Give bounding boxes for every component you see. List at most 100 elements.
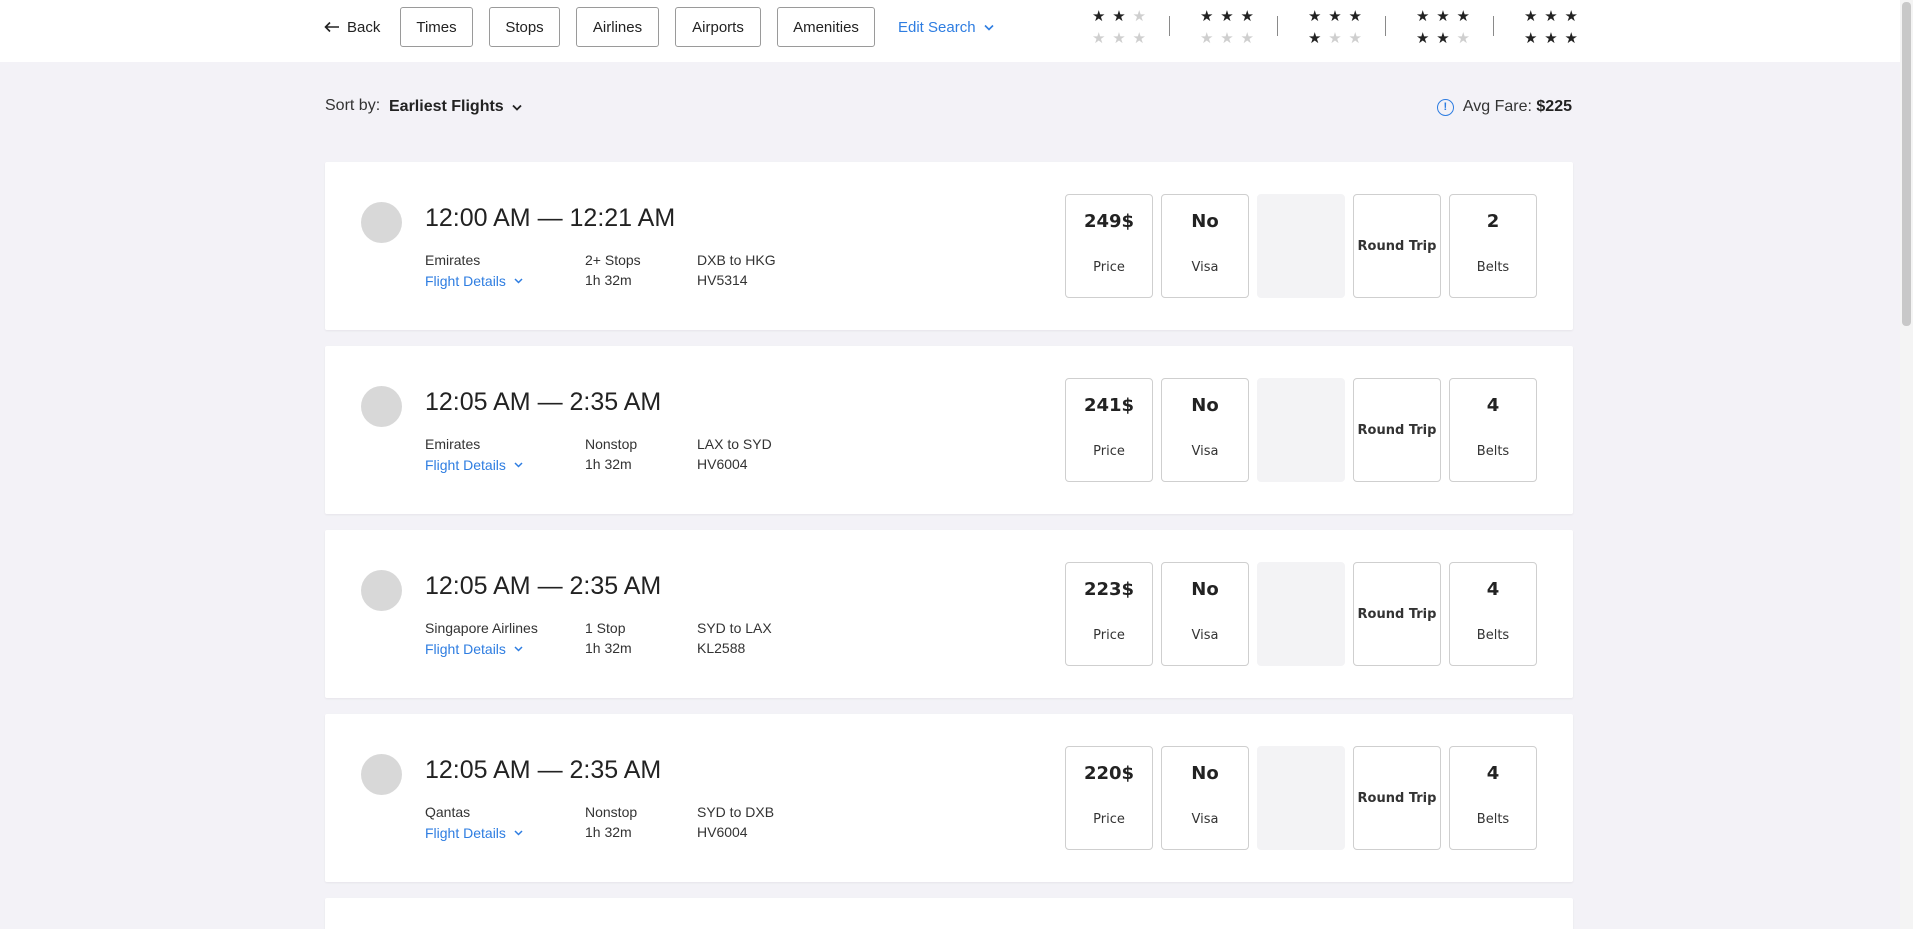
trip-type-box[interactable]: Round Trip xyxy=(1353,562,1441,666)
trip-type-box[interactable]: Round Trip xyxy=(1353,194,1441,298)
flight-card[interactable]: 12:00 AM — 12:21 AM Emirates Flight Deta… xyxy=(325,162,1573,330)
top-toolbar: Back Times Stops Airlines Airports Ameni… xyxy=(0,0,1900,62)
airline-name: Emirates xyxy=(425,252,481,268)
flight-card[interactable]: 12:05 AM — 2:35 AM Emirates Flight Detai… xyxy=(325,346,1573,514)
filter-stops-button[interactable]: Stops xyxy=(489,7,560,47)
flight-number: HV6004 xyxy=(697,456,748,472)
star-icon: ★ xyxy=(1524,28,1538,47)
back-button[interactable]: Back xyxy=(324,14,380,40)
trip-type-box[interactable]: Round Trip xyxy=(1353,378,1441,482)
info-icon[interactable]: ! xyxy=(1436,98,1454,116)
belts-value: 4 xyxy=(1486,395,1500,416)
visa-box[interactable]: No Visa xyxy=(1161,378,1249,482)
flight-number: HV5314 xyxy=(697,272,748,288)
airline-logo xyxy=(361,202,402,243)
avg-fare-label: Avg Fare: xyxy=(1462,98,1532,115)
sort-dropdown[interactable]: Earliest Flights xyxy=(389,96,522,118)
trip-type-label: Round Trip xyxy=(1357,422,1437,438)
star-rating-option[interactable]: ★ ★ ★ ★ ★ ★ xyxy=(1200,7,1254,47)
chevron-down-icon xyxy=(514,646,523,652)
visa-label: Visa xyxy=(1191,260,1219,275)
star-row: ★ ★ ★ xyxy=(1416,29,1470,47)
airline-logo xyxy=(361,570,402,611)
flight-times: 12:05 AM — 2:35 AM xyxy=(425,388,662,416)
flight-times: 12:00 AM — 12:21 AM xyxy=(425,204,676,232)
empty-placeholder-box xyxy=(1257,746,1345,850)
star-icon: ★ xyxy=(1200,28,1214,47)
price-box[interactable]: 220$ Price xyxy=(1065,746,1153,850)
filter-airports-button[interactable]: Airports xyxy=(675,7,761,47)
avg-fare-value: $225 xyxy=(1536,98,1572,115)
flight-details-link[interactable]: Flight Details xyxy=(425,456,523,474)
star-icon: ★ xyxy=(1308,28,1322,47)
flight-number: HV6004 xyxy=(697,824,748,840)
flight-details-link[interactable]: Flight Details xyxy=(425,824,523,842)
star-rating-option[interactable]: ★ ★ ★ ★ ★ ★ xyxy=(1416,7,1470,47)
visa-label: Visa xyxy=(1191,812,1219,827)
flight-card[interactable]: 12:05 AM — 2:35 AM Singapore Airlines Fl… xyxy=(325,530,1573,698)
star-rating-option[interactable]: ★ ★ ★ ★ ★ ★ xyxy=(1524,7,1578,47)
sort-value: Earliest Flights xyxy=(389,98,504,115)
price-label: Price xyxy=(1093,812,1125,827)
flight-details-link[interactable]: Flight Details xyxy=(425,640,523,658)
star-icon: ★ xyxy=(1308,6,1322,25)
star-icon: ★ xyxy=(1456,6,1470,25)
filter-airlines-button[interactable]: Airlines xyxy=(576,7,659,47)
visa-label: Visa xyxy=(1191,628,1219,643)
belts-box[interactable]: 4 Belts xyxy=(1449,562,1537,666)
star-icon: ★ xyxy=(1112,28,1126,47)
star-icon: ★ xyxy=(1524,6,1538,25)
belts-box[interactable]: 2 Belts xyxy=(1449,194,1537,298)
airline-name: Qantas xyxy=(425,804,471,820)
star-icon: ★ xyxy=(1544,28,1558,47)
airline-logo xyxy=(361,386,402,427)
flight-details-label: Flight Details xyxy=(425,457,506,473)
flight-route: LAX to SYD xyxy=(697,436,772,452)
trip-type-box[interactable]: Round Trip xyxy=(1353,746,1441,850)
chevron-down-icon xyxy=(514,278,523,284)
star-rating-option[interactable]: ★ ★ ★ ★ ★ ★ xyxy=(1092,7,1146,47)
scrollbar[interactable] xyxy=(1900,0,1913,929)
scrollbar-thumb[interactable] xyxy=(1902,2,1911,326)
flight-route: SYD to LAX xyxy=(697,620,772,636)
filter-times-button[interactable]: Times xyxy=(400,7,473,47)
flight-card[interactable]: 12:05 AM — 2:35 AM Qantas Flight Details… xyxy=(325,714,1573,882)
chevron-down-icon xyxy=(514,830,523,836)
visa-box[interactable]: No Visa xyxy=(1161,194,1249,298)
flight-details-label: Flight Details xyxy=(425,825,506,841)
edit-search-link[interactable]: Edit Search xyxy=(898,16,994,38)
star-icon: ★ xyxy=(1348,6,1362,25)
belts-box[interactable]: 4 Belts xyxy=(1449,746,1537,850)
star-row: ★ ★ ★ xyxy=(1092,29,1146,47)
star-rating-option[interactable]: ★ ★ ★ ★ ★ ★ xyxy=(1308,7,1362,47)
price-box[interactable]: 241$ Price xyxy=(1065,378,1153,482)
star-row: ★ ★ ★ xyxy=(1524,7,1578,25)
price-label: Price xyxy=(1093,444,1125,459)
stops-count: 2+ Stops xyxy=(585,252,641,268)
visa-value: No xyxy=(1191,763,1219,784)
price-box[interactable]: 249$ Price xyxy=(1065,194,1153,298)
price-value: 249$ xyxy=(1083,211,1135,232)
airline-name: Singapore Airlines xyxy=(425,620,538,636)
price-label: Price xyxy=(1093,260,1125,275)
divider xyxy=(1493,16,1494,36)
star-row: ★ ★ ★ xyxy=(1092,7,1146,25)
star-icon: ★ xyxy=(1416,28,1430,47)
divider xyxy=(1385,16,1386,36)
star-icon: ★ xyxy=(1220,28,1234,47)
divider xyxy=(1277,16,1278,36)
price-label: Price xyxy=(1093,628,1125,643)
trip-type-label: Round Trip xyxy=(1357,790,1437,806)
edit-search-label: Edit Search xyxy=(898,18,976,36)
flight-details-link[interactable]: Flight Details xyxy=(425,272,523,290)
visa-box[interactable]: No Visa xyxy=(1161,746,1249,850)
flight-route: DXB to HKG xyxy=(697,252,776,268)
flight-card[interactable] xyxy=(325,898,1573,929)
belts-box[interactable]: 4 Belts xyxy=(1449,378,1537,482)
price-box[interactable]: 223$ Price xyxy=(1065,562,1153,666)
visa-box[interactable]: No Visa xyxy=(1161,562,1249,666)
flight-duration: 1h 32m xyxy=(585,456,632,472)
star-icon: ★ xyxy=(1328,28,1342,47)
visa-value: No xyxy=(1191,579,1219,600)
filter-amenities-button[interactable]: Amenities xyxy=(777,7,875,47)
